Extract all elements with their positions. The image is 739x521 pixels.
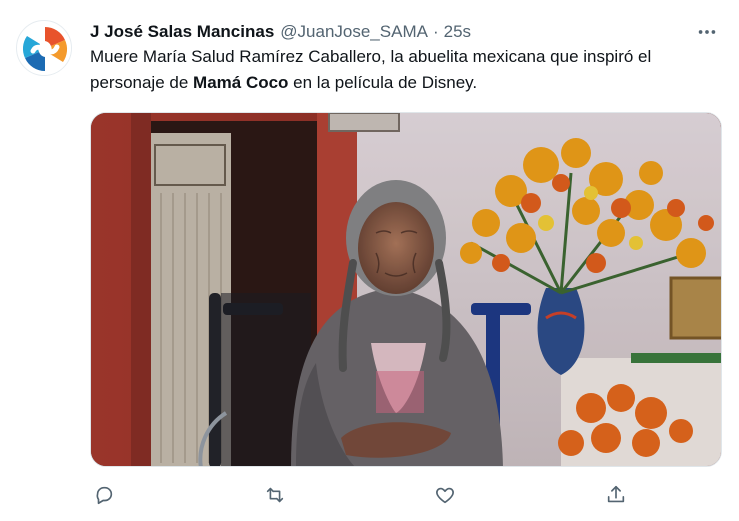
tweet-actions: [90, 480, 630, 510]
author-name[interactable]: J José Salas Mancinas: [90, 22, 274, 42]
logo-s-icon: [19, 23, 71, 75]
reply-icon: [96, 486, 113, 505]
share-icon: [607, 485, 625, 503]
separator-dot: ·: [432, 22, 439, 41]
tweet-header: J José Salas Mancinas @JuanJose_SAMA · 2…: [90, 20, 719, 44]
share-button[interactable]: [602, 481, 630, 509]
retweet-button[interactable]: [261, 481, 289, 509]
author-handle[interactable]: @JuanJose_SAMA: [280, 22, 428, 42]
photo-illustration: [91, 113, 721, 466]
retweet-icon: [266, 487, 283, 503]
tweet-text-bold: Mamá Coco: [193, 73, 289, 92]
tweet-text: Muere María Salud Ramírez Caballero, la …: [90, 44, 720, 96]
tweet-photo[interactable]: [90, 112, 722, 467]
timestamp[interactable]: 25s: [444, 22, 471, 42]
more-options-button[interactable]: [693, 20, 721, 44]
heart-icon: [436, 487, 455, 504]
tweet-text-part2: en la película de Disney.: [288, 73, 478, 92]
like-button[interactable]: [431, 481, 459, 509]
avatar[interactable]: [16, 20, 72, 76]
more-dots-icon: [698, 30, 716, 34]
reply-button[interactable]: [90, 481, 118, 509]
tweet-card[interactable]: J José Salas Mancinas @JuanJose_SAMA · 2…: [0, 0, 739, 521]
